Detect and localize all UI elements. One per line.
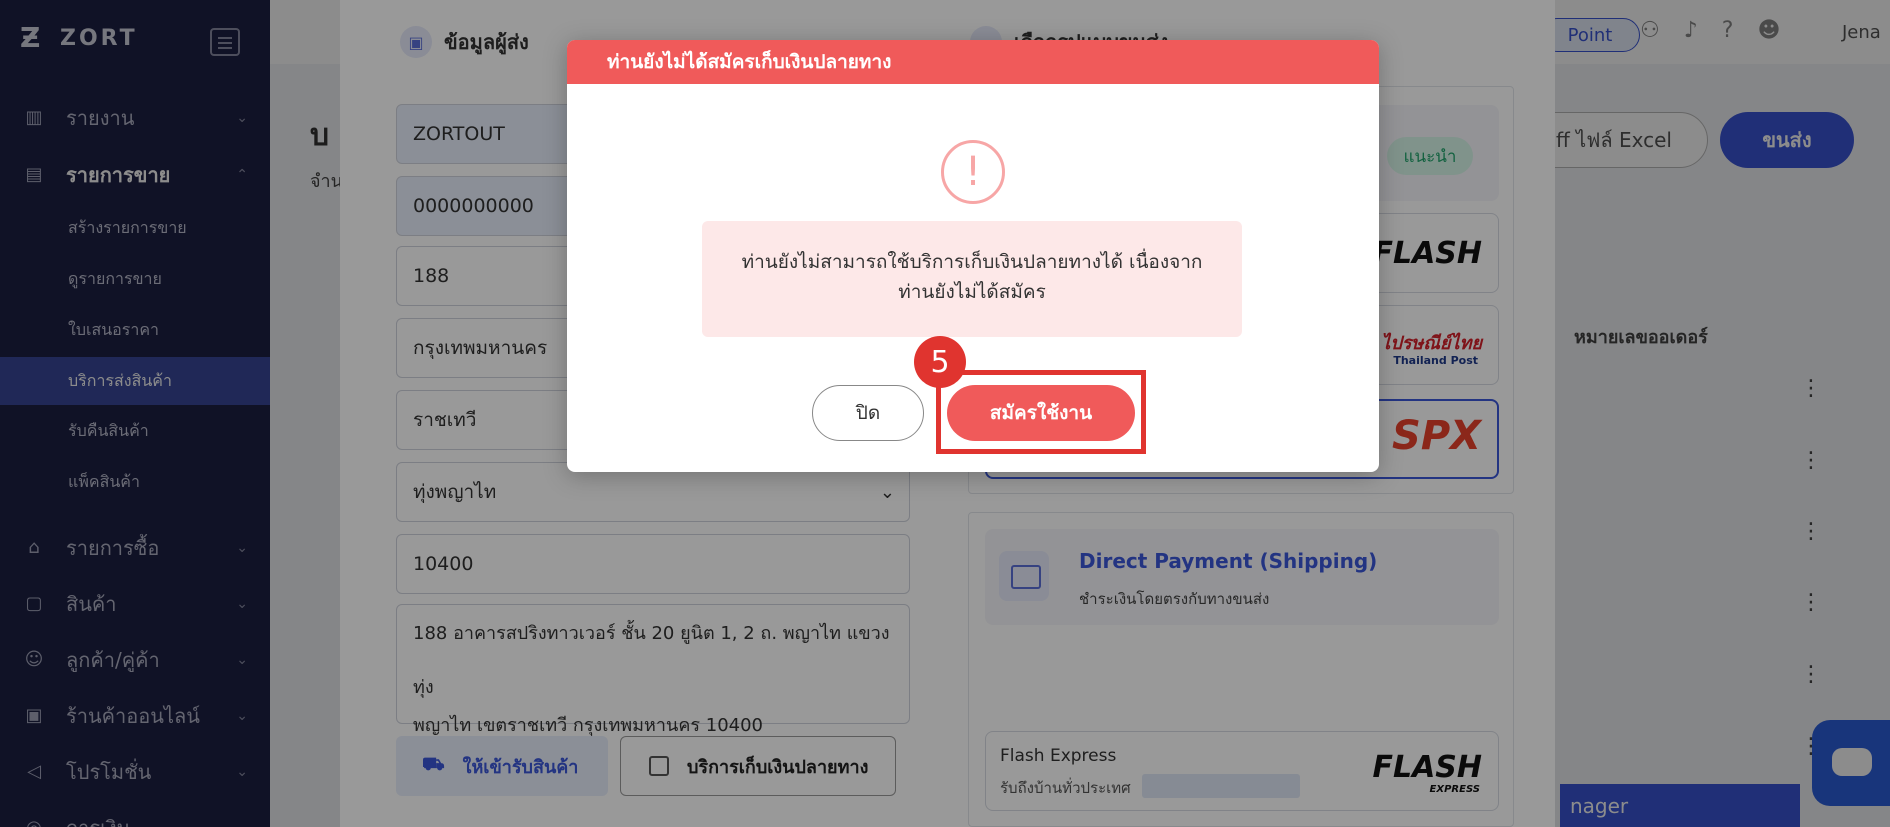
modal-title: ท่านยังไม่ได้สมัครเก็บเงินปลายทาง: [567, 40, 1379, 84]
warning-icon: !: [941, 140, 1005, 204]
modal-message-line: ท่านยังไม่สามารถใช้บริการเก็บเงินปลายทาง…: [741, 251, 1203, 273]
step-badge: 5: [914, 336, 966, 388]
modal-message: ท่านยังไม่สามารถใช้บริการเก็บเงินปลายทาง…: [702, 221, 1242, 337]
close-button[interactable]: ปิด: [812, 385, 924, 441]
modal-message-line: ท่านยังไม่ได้สมัคร: [898, 281, 1046, 303]
highlight-box: [936, 370, 1146, 454]
